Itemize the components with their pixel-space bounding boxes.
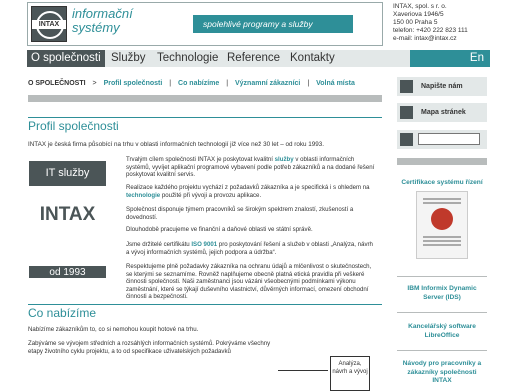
breadcrumb-link-profil[interactable]: Profil společnosti xyxy=(104,80,163,87)
doc-line xyxy=(423,198,461,200)
sidebar-link-libreoffice[interactable]: Kancelářský software LibreOffice xyxy=(397,323,487,340)
slogan: spolehlivé programy a služby xyxy=(193,15,353,33)
link-sluzby[interactable]: služby xyxy=(275,156,294,163)
paragraph-projects: Realizace každého projektu vychází z pož… xyxy=(126,184,376,199)
nav-item-technologie[interactable]: Technologie xyxy=(157,50,218,67)
search-icon[interactable] xyxy=(400,133,413,146)
sidebar-divider xyxy=(397,276,487,277)
paragraph-ethics: Respektujeme plně požadavky zákazníka na… xyxy=(126,263,372,301)
logo-text: INTAX xyxy=(32,20,66,29)
offer-intro: Nabízíme zákazníkům to, co si nemohou ko… xyxy=(28,326,199,333)
write-us-label: Napište nám xyxy=(421,83,463,90)
intro-text: INTAX je česká firma působící na trhu v … xyxy=(28,141,324,148)
section-rule xyxy=(28,117,382,118)
doc-line xyxy=(423,202,461,204)
link-iso-9001[interactable]: ISO 9001 xyxy=(191,241,217,248)
banner-plate: INTAX xyxy=(29,186,106,266)
brand-line-1: informační xyxy=(72,6,133,21)
contact-street: Xaveriova 1946/5 xyxy=(393,11,444,18)
sitemap-icon xyxy=(400,106,413,119)
doc-line xyxy=(423,236,461,238)
text: použité při vývoji a provozu aplikace. xyxy=(160,191,262,199)
certificate-image[interactable] xyxy=(416,191,468,259)
nav-item-o-spolecnosti[interactable]: O společnosti xyxy=(27,50,105,67)
brand-line-2: systémy xyxy=(72,20,120,35)
nav-item-reference[interactable]: Reference xyxy=(227,50,280,67)
banner-top-text: IT služby xyxy=(45,167,90,179)
text: Trvalým cílem společnosti INTAX je posky… xyxy=(126,156,275,163)
intax-banner: IT služby INTAX od 1993 xyxy=(29,161,106,278)
diagram-arrow xyxy=(278,370,328,371)
sidebar-link-informix[interactable]: IBM Informix Dynamic Server (IDS) xyxy=(397,285,487,302)
paragraph-finance: Dlouhodobě pracujeme ve finanční a daňov… xyxy=(126,226,313,233)
language-switch[interactable]: En xyxy=(470,50,484,67)
paragraph-iso: Jsme držitelé certifikátu ISO 9001 pro p… xyxy=(126,241,376,256)
paragraph-goal: Trvalým cílem společnosti INTAX je posky… xyxy=(126,156,376,179)
sidebar-strip xyxy=(397,158,487,165)
search-input[interactable] xyxy=(418,133,480,145)
diagram-box: Analýza, návrh a vývoj xyxy=(330,356,370,391)
breadcrumb-link-volna-mista[interactable]: Volná místa xyxy=(316,80,355,87)
main-nav: O společnosti Služby Technologie Referen… xyxy=(27,50,490,67)
nav-item-sluzby[interactable]: Služby xyxy=(111,50,146,67)
certificate-seal-icon xyxy=(431,208,453,230)
text: Realizace každého projektu vychází z pož… xyxy=(126,184,370,191)
section-rule xyxy=(28,304,382,305)
doc-line xyxy=(423,244,461,246)
section-title-co-nabizime: Co nabízíme xyxy=(28,306,97,320)
contact-phone: telefon: +420 222 823 111 xyxy=(393,27,468,34)
breadcrumb-sep: | xyxy=(169,80,172,87)
site-header: INTAX informační systémy spolehlivé prog… xyxy=(27,2,383,46)
divider-strip xyxy=(28,95,382,102)
intax-logo[interactable]: INTAX xyxy=(31,6,67,42)
mail-icon xyxy=(400,80,413,93)
link-technologie[interactable]: technologie xyxy=(126,192,160,199)
breadcrumb-root[interactable]: O SPOLEČNOSTI xyxy=(28,80,86,87)
breadcrumb-sep: | xyxy=(307,80,310,87)
contact-block: INTAX, spol. s r. o. Xaveriova 1946/5 15… xyxy=(393,3,468,43)
brand-name: informační systémy xyxy=(72,7,133,35)
contact-city: 150 00 Praha 5 xyxy=(393,19,438,26)
page-title: Profil společnosti xyxy=(28,119,119,133)
breadcrumb-link-co-nabizime[interactable]: Co nabízíme xyxy=(178,80,219,87)
nav-item-kontakty[interactable]: Kontakty xyxy=(290,50,335,67)
sidebar-divider xyxy=(397,312,487,313)
sidebar-divider xyxy=(397,350,487,351)
breadcrumb-arrow: > xyxy=(92,80,97,87)
banner-bottom-text: od 1993 xyxy=(49,267,86,278)
doc-line xyxy=(423,240,461,242)
breadcrumb-link-zakaznici[interactable]: Významní zákazníci xyxy=(235,80,300,87)
sidebar-link-navody[interactable]: Návody pro pracovníky a zákazníky společ… xyxy=(397,360,487,386)
search-box xyxy=(397,130,487,149)
offer-text: Zabýváme se vývojem středních a rozsáhlý… xyxy=(28,340,271,355)
breadcrumb-sep: | xyxy=(226,80,229,87)
cert-title[interactable]: Certifikace systému řízení xyxy=(397,179,487,186)
write-us-button[interactable]: Napište nám xyxy=(397,77,487,96)
sitemap-label: Mapa stránek xyxy=(421,109,466,116)
text: Jsme držitelé certifikátu xyxy=(126,241,192,248)
paragraph-team: Společnost disponuje týmem pracovníků se… xyxy=(126,206,354,221)
contact-company: INTAX, spol. s r. o. xyxy=(393,3,447,10)
sitemap-button[interactable]: Mapa stránek xyxy=(397,103,487,122)
banner-logo-text: INTAX xyxy=(39,204,96,225)
breadcrumb: O SPOLEČNOSTI > Profil společnosti | Co … xyxy=(28,80,355,87)
contact-email[interactable]: e-mail: intax@intax.cz xyxy=(393,35,468,43)
